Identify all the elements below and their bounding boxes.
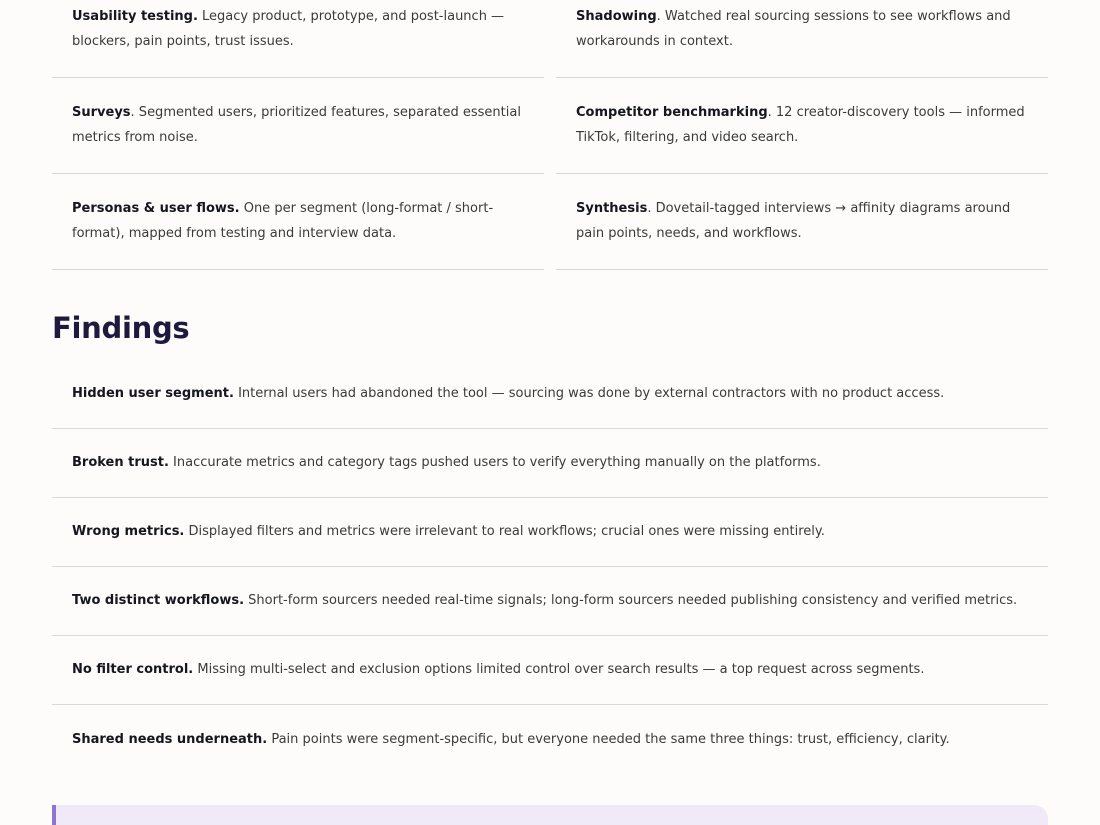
finding-description: Inaccurate metrics and category tags pus… (168, 455, 821, 470)
method-term: Personas & user flows. (72, 201, 240, 216)
finding-text: Two distinct workflows. Short-form sourc… (72, 591, 1017, 611)
method-description: . Segmented users, prioritized features,… (72, 105, 521, 145)
finding-term: No filter control. (72, 662, 194, 677)
method-text: Surveys. Segmented users, prioritized fe… (72, 100, 524, 150)
finding-term: Shared needs underneath. (72, 731, 268, 747)
method-text: Synthesis. Dovetail-tagged interviews → … (576, 196, 1028, 246)
finding-text: Broken trust. Inaccurate metrics and cat… (72, 453, 821, 473)
finding-description: Internal users had abandoned the tool — … (233, 386, 945, 401)
callout-box (52, 805, 1048, 825)
finding-description: Pain points were segment-specific, but e… (267, 731, 950, 747)
method-term: Usability testing. (72, 9, 198, 24)
method-competitor-benchmarking: Competitor benchmarking. 12 creator-disc… (556, 78, 1048, 174)
findings-heading: Findings (52, 311, 190, 345)
finding-text: Wrong metrics. Displayed filters and met… (72, 522, 825, 542)
method-text: Competitor benchmarking. 12 creator-disc… (576, 100, 1028, 150)
method-text: Shadowing. Watched real sourcing session… (576, 4, 1028, 54)
method-personas-user-flows: Personas & user flows. One per segment (… (52, 174, 544, 270)
finding-broken-trust: Broken trust. Inaccurate metrics and cat… (52, 429, 1048, 498)
finding-description: Missing multi-select and exclusion optio… (193, 662, 925, 677)
method-term: Competitor benchmarking (576, 105, 768, 120)
finding-no-filter-control: No filter control. Missing multi-select … (52, 636, 1048, 705)
finding-hidden-user-segment: Hidden user segment. Internal users had … (52, 360, 1048, 429)
method-shadowing: Shadowing. Watched real sourcing session… (556, 0, 1048, 78)
finding-description: Displayed filters and metrics were irrel… (184, 524, 825, 539)
finding-description: Short-form sourcers needed real-time sig… (244, 593, 1018, 608)
finding-term: Hidden user segment. (72, 386, 234, 401)
finding-text: Shared needs underneath. Pain points wer… (72, 730, 950, 750)
finding-text: Hidden user segment. Internal users had … (72, 384, 944, 404)
method-text: Personas & user flows. One per segment (… (72, 196, 524, 246)
finding-shared-needs: Shared needs underneath. Pain points wer… (52, 705, 1048, 774)
finding-term: Wrong metrics. (72, 524, 185, 539)
finding-two-distinct-workflows: Two distinct workflows. Short-form sourc… (52, 567, 1048, 636)
method-usability-testing: Usability testing. Legacy product, proto… (52, 0, 544, 78)
finding-text: No filter control. Missing multi-select … (72, 660, 924, 680)
finding-term: Broken trust. (72, 455, 169, 470)
method-term: Surveys (72, 105, 131, 120)
method-synthesis: Synthesis. Dovetail-tagged interviews → … (556, 174, 1048, 270)
finding-term: Two distinct workflows. (72, 593, 245, 608)
method-term: Synthesis (576, 201, 648, 216)
method-text: Usability testing. Legacy product, proto… (72, 4, 524, 54)
finding-wrong-metrics: Wrong metrics. Displayed filters and met… (52, 498, 1048, 567)
method-surveys: Surveys. Segmented users, prioritized fe… (52, 78, 544, 174)
findings-list: Hidden user segment. Internal users had … (52, 360, 1048, 774)
research-methods-grid: Usability testing. Legacy product, proto… (52, 0, 1048, 270)
method-term: Shadowing (576, 9, 657, 24)
